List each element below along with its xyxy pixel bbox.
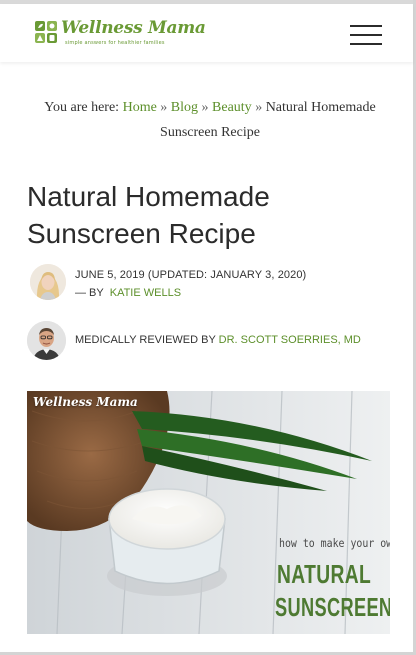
logo-tagline: simple answers for healthier families [65, 40, 165, 46]
hamburger-menu-icon[interactable] [348, 23, 383, 47]
article-byline: — BY KATIE WELLS [75, 287, 181, 299]
site-logo[interactable]: Wellness Mama simple answers for healthi… [34, 18, 206, 52]
author-avatar[interactable] [30, 264, 66, 300]
hero-image[interactable]: Wellness Mama how to make your own NATUR… [27, 391, 390, 634]
author-link[interactable]: KATIE WELLS [110, 287, 181, 299]
hero-text-line1: how to make your own [279, 536, 390, 550]
article-title: Natural Homemade Sunscreen Recipe [27, 181, 270, 249]
breadcrumb-blog[interactable]: Blog [171, 100, 198, 115]
article-date: JUNE 5, 2019 (UPDATED: JANUARY 3, 2020) [75, 269, 307, 281]
reviewed-prefix: MEDICALLY REVIEWED BY [75, 334, 216, 346]
site-header: Wellness Mama simple answers for healthi… [0, 4, 413, 62]
hero-watermark: Wellness Mama [33, 395, 138, 409]
logo-name: Wellness Mama [61, 18, 206, 38]
breadcrumb-prefix: You are here: [44, 100, 120, 115]
breadcrumb-home[interactable]: Home [123, 100, 157, 115]
breadcrumb-separator: » [201, 100, 209, 115]
breadcrumb-separator: » [160, 100, 168, 115]
breadcrumb-beauty[interactable]: Beauty [212, 100, 252, 115]
logo-leaf-icon [35, 21, 57, 43]
byline-prefix: — BY [75, 287, 104, 299]
breadcrumb: You are here: Home » Blog » Beauty » Nat… [24, 95, 396, 145]
breadcrumb-separator: » [255, 100, 263, 115]
hero-text-line3: SUNSCREEN [275, 592, 390, 622]
reviewer-link[interactable]: DR. SCOTT SOERRIES, MD [219, 334, 361, 346]
hero-text-line2: NATURAL [277, 559, 372, 589]
medical-review-line: MEDICALLY REVIEWED BY DR. SCOTT SOERRIES… [75, 334, 361, 346]
reviewer-avatar[interactable] [27, 321, 66, 360]
